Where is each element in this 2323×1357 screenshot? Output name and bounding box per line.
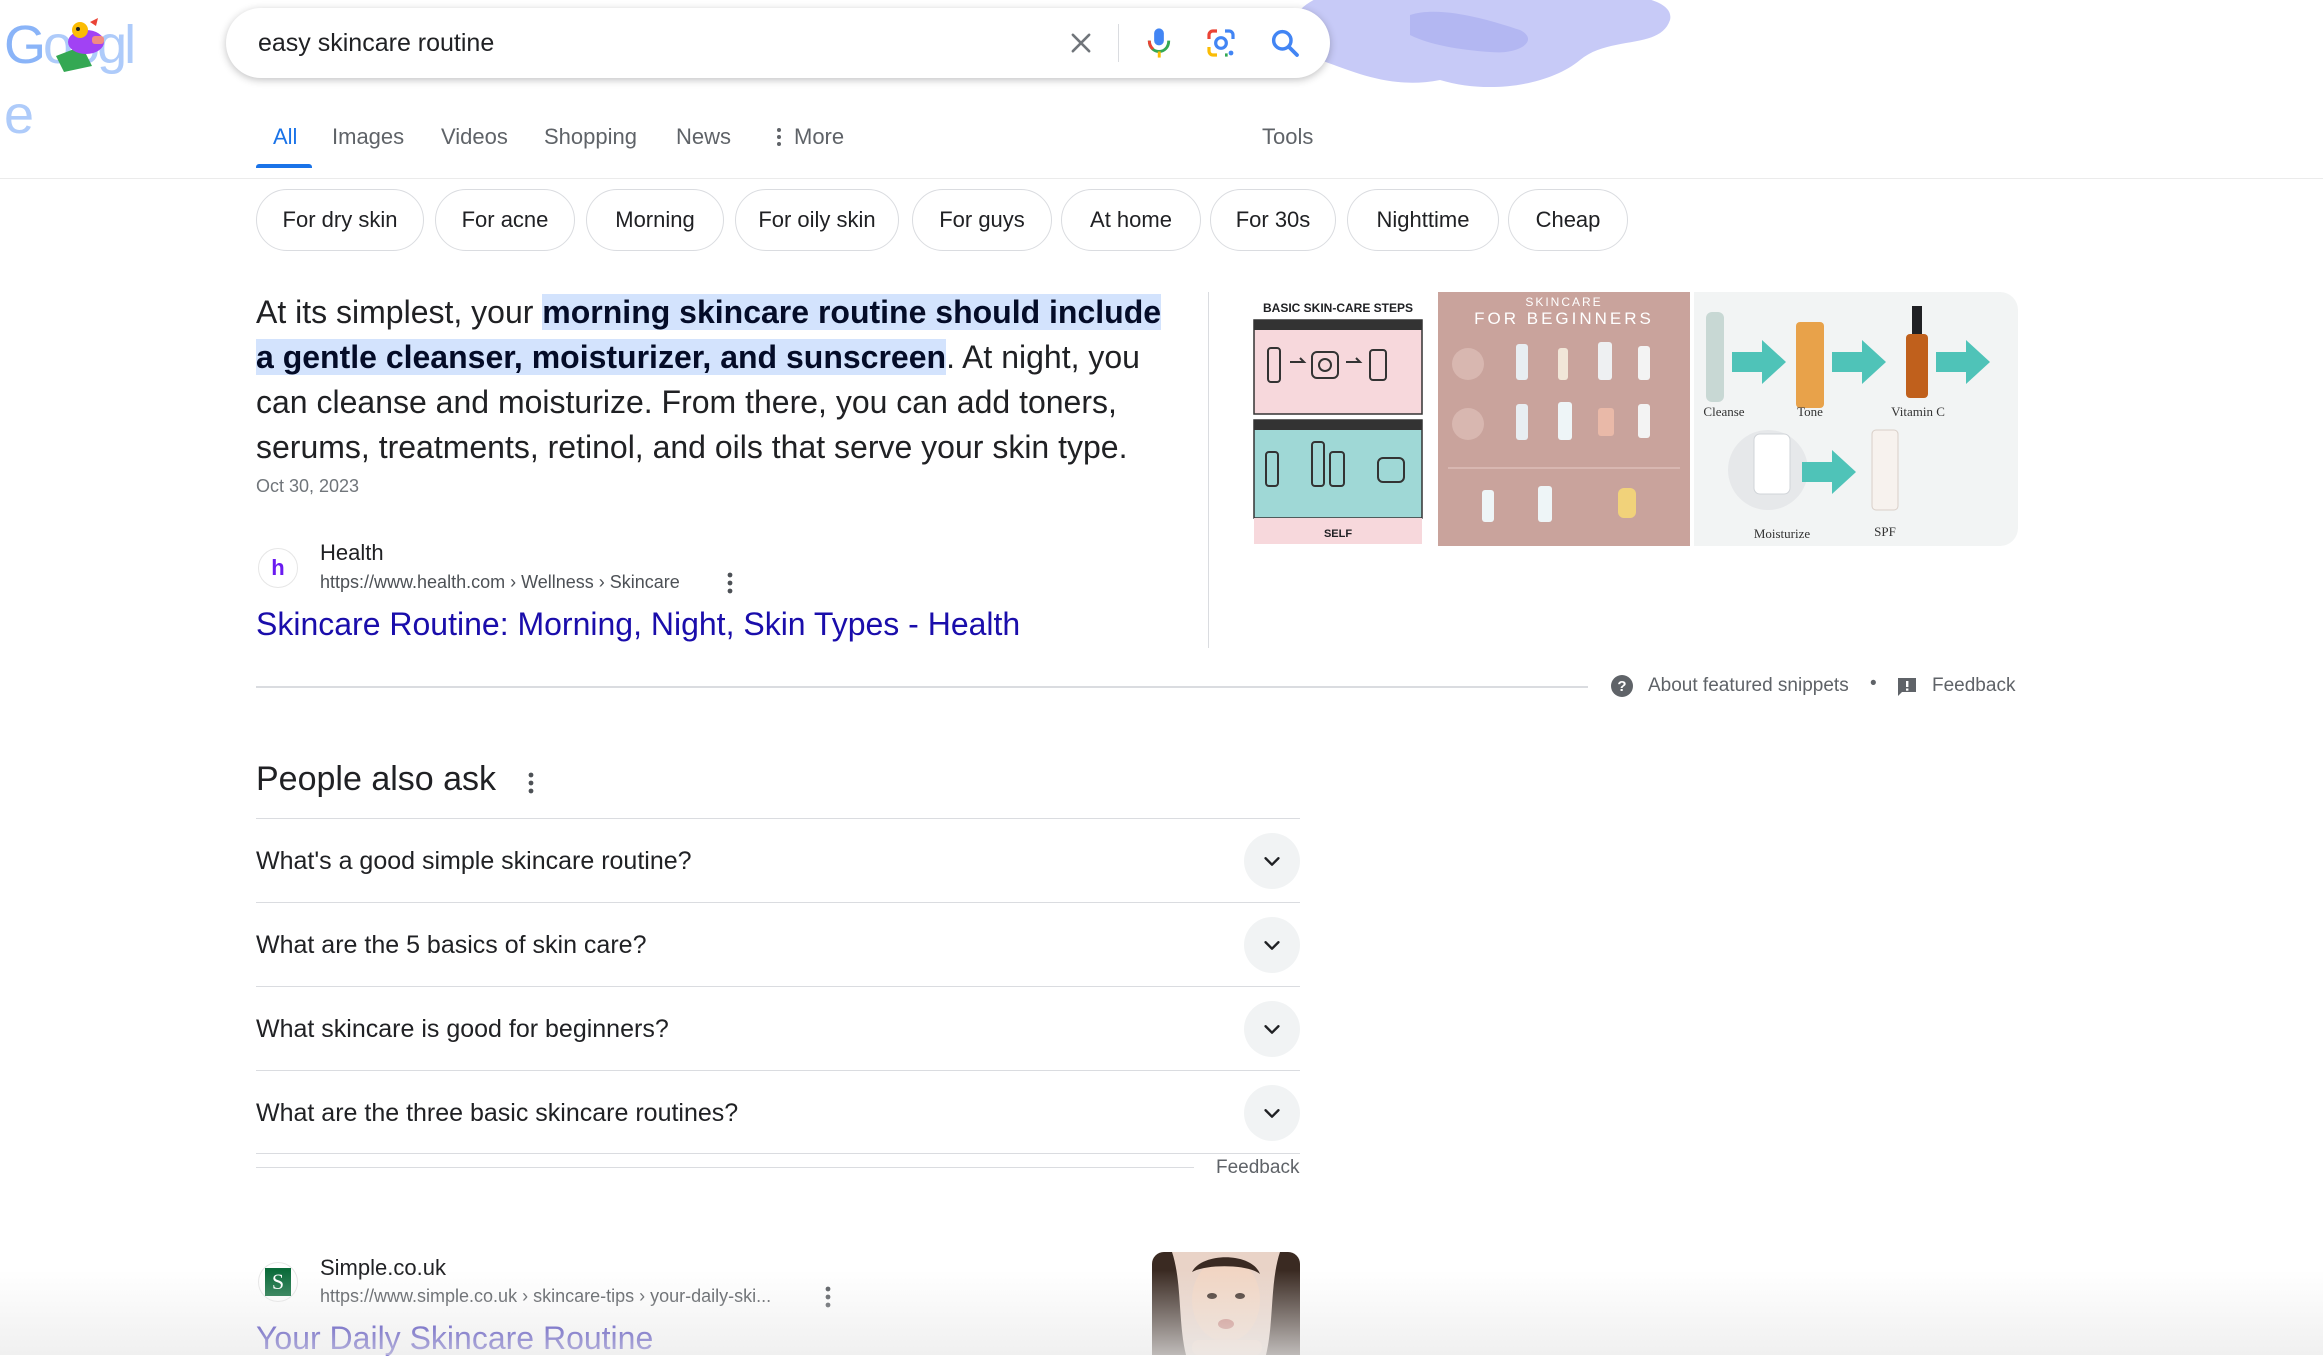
featured-snippet-text: At its simplest, your morning skincare r… [256, 290, 1176, 470]
search-box-divider [1118, 24, 1119, 62]
footer-separator: • [1870, 673, 1877, 694]
people-also-ask-title: People also ask [256, 760, 497, 798]
tab-more-label: More [794, 124, 845, 149]
image3-label-moisturize: Moisturize [1754, 526, 1811, 541]
paa-question-row[interactable]: What's a good simple skincare routine? [256, 818, 1300, 902]
tab-news[interactable]: News [676, 122, 731, 176]
logo-letter: l [124, 15, 136, 75]
tab-videos[interactable]: Videos [441, 122, 508, 176]
snippet-vertical-divider [1208, 292, 1209, 648]
people-also-ask-options-icon[interactable] [521, 770, 541, 796]
favicon-letter: h [271, 555, 285, 580]
doodle-illustration-icon [56, 18, 104, 72]
close-icon [1071, 33, 1091, 53]
snippet-text-before: At its simplest, your [256, 294, 543, 330]
tab-more[interactable]: More [774, 122, 844, 176]
paa-question-text: What are the three basic skincare routin… [256, 1099, 739, 1127]
paa-expand-button[interactable] [1244, 1001, 1300, 1057]
image1-footer: SELF [1324, 528, 1352, 540]
paa-question-text: What are the 5 basics of skin care? [256, 931, 647, 959]
search-icon [1271, 29, 1299, 57]
image2-heading-line2: FOR BEGINNERS [1474, 309, 1654, 328]
paa-bottom-divider [256, 1167, 1194, 1168]
search-box[interactable]: easy skincare routine [226, 8, 1330, 78]
mic-icon [1147, 28, 1171, 58]
result2-site-name[interactable]: Simple.co.uk [320, 1255, 446, 1281]
result2-options-icon[interactable] [818, 1284, 838, 1310]
chip-at-home[interactable]: At home [1061, 189, 1201, 251]
paa-expand-button[interactable] [1244, 917, 1300, 973]
source-url[interactable]: https://www.health.com › Wellness › Skin… [320, 572, 680, 593]
chevron-down-icon [1264, 1109, 1280, 1118]
paa-question-text: What skincare is good for beginners? [256, 1015, 669, 1043]
result2-url[interactable]: https://www.simple.co.uk › skincare-tips… [320, 1286, 771, 1307]
result2-title-link[interactable]: Your Daily Skincare Routine [256, 1320, 653, 1357]
logo-letter: G [4, 15, 46, 75]
paa-question-row[interactable]: What are the 5 basics of skin care? [256, 902, 1300, 986]
chip-for-dry-skin[interactable]: For dry skin [256, 189, 424, 251]
featured-result-title-link[interactable]: Skincare Routine: Morning, Night, Skin T… [256, 606, 1020, 643]
search-button[interactable] [1260, 18, 1310, 68]
chevron-down-icon [1264, 1025, 1280, 1034]
simple-favicon[interactable]: S [258, 1262, 298, 1302]
tab-images[interactable]: Images [332, 122, 404, 176]
result2-thumbnail[interactable] [1152, 1252, 1300, 1355]
chip-for-30s[interactable]: For 30s [1210, 189, 1336, 251]
image3-label-tone: Tone [1797, 404, 1823, 419]
chip-cheap[interactable]: Cheap [1508, 189, 1628, 251]
featured-images-collage: BASIC SKIN-CARE STEPS SELF SKINCARE FOR … [1242, 292, 2018, 546]
paa-question-text: What's a good simple skincare routine? [256, 847, 692, 875]
paa-question-row[interactable]: What are the three basic skincare routin… [256, 1070, 1300, 1154]
chip-for-oily-skin[interactable]: For oily skin [735, 189, 899, 251]
active-tab-indicator [256, 164, 312, 168]
lens-search-button[interactable] [1196, 18, 1246, 68]
doodle-background-shape [1295, 0, 1671, 88]
chevron-down-icon [1264, 941, 1280, 950]
logo-letter: e [4, 85, 34, 145]
about-featured-snippets-link[interactable]: About featured snippets [1648, 675, 1849, 697]
tabs-divider [0, 178, 2323, 179]
svg-text:?: ? [1617, 678, 1626, 695]
more-vertical-icon [777, 128, 781, 146]
chip-for-guys[interactable]: For guys [912, 189, 1052, 251]
image3-label-spf: SPF [1874, 524, 1896, 539]
paa-feedback-link[interactable]: Feedback [1216, 1157, 1299, 1179]
snippet-feedback-link[interactable]: Feedback [1932, 675, 2015, 697]
image3-label-vitamin-c: Vitamin C [1891, 404, 1945, 419]
favicon-letter: S [265, 1268, 291, 1296]
source-site-name[interactable]: Health [320, 540, 384, 566]
clear-search-button[interactable] [1056, 18, 1106, 68]
paa-expand-button[interactable] [1244, 833, 1300, 889]
search-input[interactable]: easy skincare routine [258, 8, 494, 78]
feedback-icon[interactable] [1896, 676, 1918, 698]
chevron-down-icon [1264, 857, 1280, 866]
paa-question-row[interactable]: What skincare is good for beginners? [256, 986, 1300, 1070]
chip-morning[interactable]: Morning [586, 189, 724, 251]
tools-button[interactable]: Tools [1262, 122, 1313, 176]
result-options-icon[interactable] [720, 570, 740, 596]
tab-shopping[interactable]: Shopping [544, 122, 637, 176]
snippet-date: Oct 30, 2023 [256, 476, 360, 496]
paa-expand-button[interactable] [1244, 1085, 1300, 1141]
voice-search-button[interactable] [1134, 18, 1184, 68]
help-icon[interactable]: ? [1610, 674, 1634, 698]
chip-for-acne[interactable]: For acne [435, 189, 575, 251]
featured-images[interactable]: BASIC SKIN-CARE STEPS SELF SKINCARE FOR … [1242, 292, 2018, 546]
image2-heading-line1: SKINCARE [1525, 295, 1602, 309]
lens-icon [1207, 29, 1235, 57]
health-favicon[interactable]: h [258, 548, 298, 588]
image3-label-cleanse: Cleanse [1703, 404, 1744, 419]
result2-thumbnail-image [1152, 1252, 1300, 1355]
chip-nighttime[interactable]: Nighttime [1347, 189, 1499, 251]
snippet-bottom-divider [256, 686, 1588, 688]
image1-heading: BASIC SKIN-CARE STEPS [1263, 301, 1413, 315]
